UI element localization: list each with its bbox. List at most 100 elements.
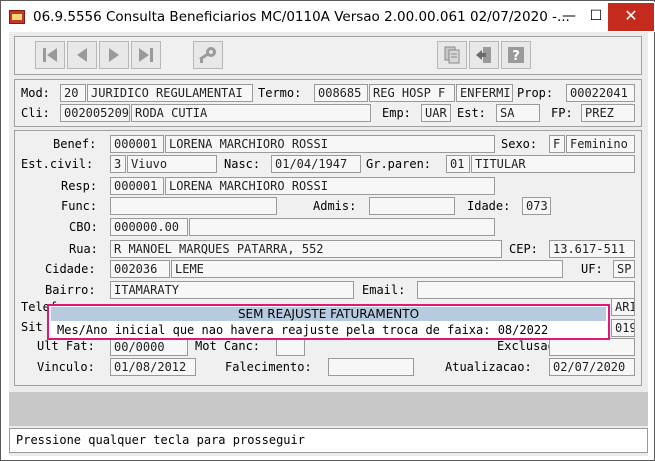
exclusao-field[interactable] bbox=[549, 338, 635, 356]
grparen-code-field[interactable]: 01 bbox=[446, 155, 470, 173]
benef-name-field[interactable]: LORENA MARCHIORO ROSSI bbox=[165, 135, 495, 153]
fp-label: FP: bbox=[551, 106, 573, 120]
cli-label: Cli: bbox=[21, 106, 50, 120]
resp-label: Resp: bbox=[61, 179, 98, 193]
right-partial-field-1[interactable]: ARI bbox=[611, 298, 635, 316]
admis-label: Admis: bbox=[313, 199, 357, 213]
falecimento-label: Falecimento: bbox=[225, 360, 312, 374]
exit-button[interactable] bbox=[469, 41, 499, 69]
est-field[interactable]: SA bbox=[496, 104, 540, 122]
exit-icon bbox=[476, 47, 491, 63]
vinculo-field[interactable]: 01/08/2012 bbox=[110, 358, 196, 376]
motcanc-label: Mot Canc: bbox=[195, 339, 261, 353]
cidade-code-field[interactable]: 002036 bbox=[110, 260, 170, 278]
termo-code-field[interactable]: 008685 bbox=[314, 84, 368, 102]
termo-desc1-field[interactable]: REG HOSP F bbox=[369, 84, 455, 102]
copy-button[interactable] bbox=[437, 41, 467, 69]
title-bar: 06.9.5556 Consulta Beneficiarios MC/0110… bbox=[2, 2, 655, 32]
cidade-label: Cidade: bbox=[45, 262, 96, 276]
dialog-message: Mes/Ano inicial que nao havera reajuste … bbox=[57, 323, 549, 337]
cep-label: CEP: bbox=[509, 242, 538, 256]
sexo-desc-field[interactable]: Feminino bbox=[566, 135, 635, 153]
ultfat-label: Ult Fat: bbox=[37, 339, 95, 353]
atualizacao-label: Atualizacao: bbox=[445, 360, 532, 374]
cli-name-field[interactable]: RODA CUTIA bbox=[131, 104, 371, 122]
grparen-label: Gr.paren: bbox=[366, 157, 432, 171]
cep-field[interactable]: 13.617-511 bbox=[549, 240, 635, 258]
benef-label: Benef: bbox=[53, 137, 97, 151]
emp-label: Emp: bbox=[382, 106, 411, 120]
no-readjustment-dialog[interactable]: SEM REAJUSTE FATURAMENTO Mes/Ano inicial… bbox=[47, 304, 610, 340]
func-field[interactable] bbox=[110, 197, 277, 215]
next-record-button[interactable] bbox=[99, 41, 129, 69]
cbo-desc-field[interactable] bbox=[189, 218, 495, 236]
grparen-desc-field[interactable]: TITULAR bbox=[471, 155, 635, 173]
previous-record-button[interactable] bbox=[67, 41, 97, 69]
app-icon bbox=[9, 10, 25, 24]
close-button[interactable]: ✕ bbox=[608, 3, 654, 31]
maximize-button[interactable]: ☐ bbox=[582, 3, 610, 31]
resp-name-field[interactable]: LORENA MARCHIORO ROSSI bbox=[165, 177, 495, 195]
next-record-icon bbox=[109, 48, 119, 62]
ultfat-field[interactable]: 00/0000 bbox=[110, 338, 188, 356]
uf-label: UF: bbox=[581, 262, 603, 276]
sit-label: Sit bbox=[21, 320, 43, 334]
previous-record-icon bbox=[77, 48, 87, 62]
email-field[interactable] bbox=[417, 281, 635, 299]
sexo-code-field[interactable]: F bbox=[549, 135, 565, 153]
dialog-title: SEM REAJUSTE FATURAMENTO bbox=[51, 307, 606, 321]
vinculo-label: Vinculo: bbox=[37, 360, 95, 374]
uf-field[interactable]: SP bbox=[613, 260, 635, 278]
key-button[interactable] bbox=[193, 41, 223, 69]
rua-label: Rua: bbox=[69, 242, 98, 256]
nasc-field[interactable]: 01/04/1947 bbox=[271, 155, 361, 173]
benef-code-field[interactable]: 000001 bbox=[110, 135, 164, 153]
bairro-field[interactable]: ITAMARATY bbox=[110, 281, 354, 299]
status-bar: Pressione qualquer tecla para prosseguir bbox=[9, 428, 648, 453]
prop-label: Prop: bbox=[517, 86, 554, 100]
key-icon bbox=[199, 47, 216, 63]
falecimento-field[interactable] bbox=[328, 358, 414, 376]
estcivil-code-field[interactable]: 3 bbox=[110, 155, 126, 173]
copy-icon bbox=[444, 46, 460, 64]
mod-label: Mod: bbox=[21, 86, 50, 100]
mod-code-field[interactable]: 20 bbox=[60, 84, 86, 102]
termo-label: Termo: bbox=[258, 86, 302, 100]
resp-code-field[interactable]: 000001 bbox=[110, 177, 164, 195]
atualizacao-field[interactable]: 02/07/2020 bbox=[549, 358, 635, 376]
emp-field[interactable]: UAR bbox=[421, 104, 451, 122]
cli-code-field[interactable]: 002005209 bbox=[60, 104, 130, 122]
application-window: 06.9.5556 Consulta Beneficiarios MC/0110… bbox=[0, 0, 655, 461]
termo-desc2-field[interactable]: ENFERMI bbox=[456, 84, 513, 102]
help-icon: ? bbox=[508, 47, 524, 64]
idade-label: Idade: bbox=[467, 199, 511, 213]
estcivil-label: Est.civil: bbox=[21, 157, 94, 171]
idade-field[interactable]: 073 bbox=[522, 197, 551, 215]
first-record-button[interactable] bbox=[35, 41, 65, 69]
minimize-button[interactable]: — bbox=[556, 3, 582, 31]
cidade-name-field[interactable]: LEME bbox=[171, 260, 563, 278]
last-record-button[interactable] bbox=[131, 41, 161, 69]
email-label: Email: bbox=[362, 283, 406, 297]
window-title: 06.9.5556 Consulta Beneficiarios MC/0110… bbox=[33, 9, 570, 25]
right-partial-field-2[interactable]: 019 bbox=[611, 319, 635, 337]
prop-field[interactable]: 00022041 bbox=[566, 84, 635, 102]
mod-description-field[interactable]: JURIDICO REGULAMENTAI bbox=[87, 84, 253, 102]
motcanc-field[interactable] bbox=[276, 338, 305, 356]
cbo-label: CBO: bbox=[69, 220, 98, 234]
toolbar: ? bbox=[14, 36, 642, 75]
cbo-code-field[interactable]: 000000.00 bbox=[110, 218, 188, 236]
bairro-label: Bairro: bbox=[45, 283, 96, 297]
fp-field[interactable]: PREZ bbox=[581, 104, 635, 122]
sexo-label: Sexo: bbox=[501, 137, 538, 151]
estcivil-desc-field[interactable]: Viuvo bbox=[127, 155, 217, 173]
gray-separator-bar bbox=[9, 392, 648, 426]
est-label: Est: bbox=[457, 106, 486, 120]
func-label: Func: bbox=[61, 199, 98, 213]
rua-field[interactable]: R MANOEL MARQUES PATARRA, 552 bbox=[110, 240, 502, 258]
help-button[interactable]: ? bbox=[501, 41, 531, 69]
first-record-icon bbox=[43, 48, 57, 62]
nasc-label: Nasc: bbox=[224, 157, 261, 171]
last-record-icon bbox=[139, 48, 153, 62]
admis-field[interactable] bbox=[369, 197, 455, 215]
